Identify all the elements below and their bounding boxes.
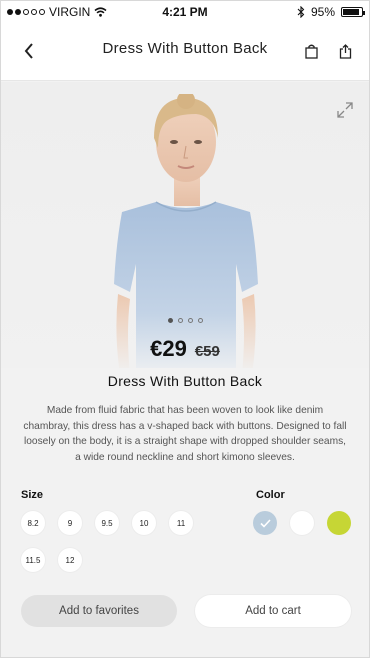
- size-option[interactable]: 10: [132, 511, 156, 535]
- bluetooth-icon: [297, 6, 305, 18]
- chevron-left-icon: [24, 43, 33, 59]
- color-swatch-lime[interactable]: [327, 511, 351, 535]
- battery-percent: 95%: [310, 5, 335, 19]
- size-label: Size: [21, 489, 44, 501]
- size-option[interactable]: 11.5: [21, 548, 45, 572]
- product-name: Dress With Button Back: [107, 373, 263, 389]
- add-to-favorites-button[interactable]: Add to favorites: [21, 595, 177, 627]
- add-to-cart-button[interactable]: Add to cart: [195, 595, 351, 627]
- size-option[interactable]: 11: [169, 511, 193, 535]
- size-option[interactable]: 8.2: [21, 511, 45, 535]
- carousel-dot[interactable]: [177, 318, 183, 323]
- app-screen: VIRGIN 4:21 PM 95% Dress With Button Bac…: [0, 0, 370, 658]
- back-button[interactable]: [15, 37, 43, 65]
- expand-icon[interactable]: [335, 100, 355, 120]
- battery-icon: [341, 7, 365, 17]
- size-option[interactable]: 9: [58, 511, 82, 535]
- model-illustration: [114, 94, 258, 368]
- current-price: €29: [150, 336, 187, 361]
- checkmark-icon: [259, 518, 271, 528]
- share-button[interactable]: [333, 39, 357, 63]
- status-right: 95%: [297, 5, 365, 19]
- carousel-dot[interactable]: [167, 318, 173, 323]
- shopping-bag-button[interactable]: [299, 39, 323, 63]
- color-swatch-white[interactable]: [290, 511, 314, 535]
- share-icon: [339, 43, 351, 59]
- nav-bar: Dress With Button Back: [1, 23, 369, 81]
- original-price: €59: [194, 343, 220, 360]
- color-swatch-light-blue[interactable]: [253, 511, 277, 535]
- carousel-indicator: [1, 318, 369, 323]
- product-image[interactable]: [1, 82, 369, 368]
- carousel-dot[interactable]: [187, 318, 193, 323]
- color-label: Color: [256, 489, 285, 501]
- price-row: €29 €59: [1, 336, 369, 362]
- product-description: Made from fluid fabric that has been wov…: [23, 405, 347, 463]
- size-option[interactable]: 9.5: [95, 511, 119, 535]
- shopping-bag-icon: [304, 44, 318, 59]
- status-bar: VIRGIN 4:21 PM 95%: [1, 1, 369, 23]
- carousel-dot[interactable]: [197, 318, 203, 323]
- size-option[interactable]: 12: [58, 548, 82, 572]
- page-title: Dress With Button Back: [102, 40, 268, 57]
